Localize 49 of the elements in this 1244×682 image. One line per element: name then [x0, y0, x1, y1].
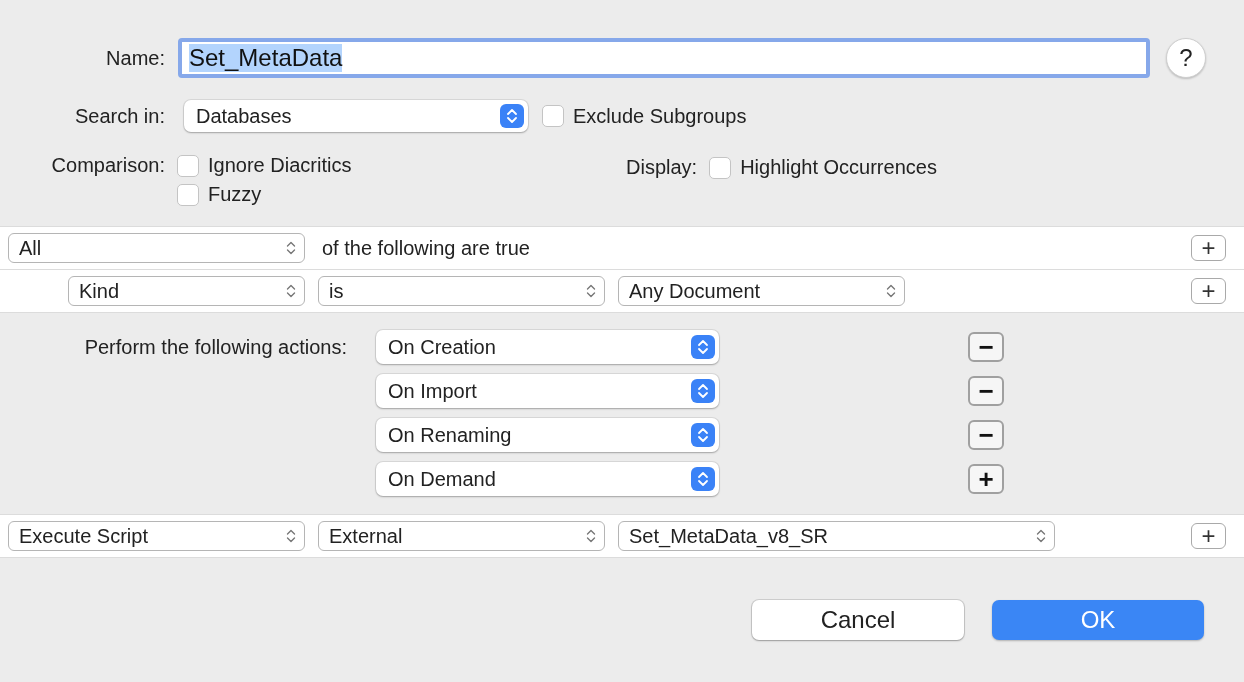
chevron-icon [286, 283, 296, 299]
stepper-icon [691, 335, 715, 359]
comparison-label: Comparison: [50, 154, 165, 177]
popup-button[interactable]: Any Document [618, 276, 905, 306]
chevron-icon [586, 528, 596, 544]
popup-button[interactable]: On Demand [376, 462, 719, 496]
stepper-icon [500, 104, 524, 128]
checkbox-label: Exclude Subgroups [573, 104, 747, 128]
trigger-button[interactable]: − [968, 376, 1004, 406]
popup-button[interactable]: Execute Script [8, 521, 305, 551]
search-in-label: Search in: [73, 104, 165, 128]
chevron-icon [286, 240, 296, 256]
checkbox[interactable] [709, 156, 732, 179]
checkbox-label: Ignore Diacritics [208, 154, 352, 177]
stepper-icon [691, 379, 715, 403]
stepper-icon [691, 467, 715, 491]
checkbox[interactable] [542, 105, 564, 127]
ok-button[interactable]: OK [992, 600, 1204, 640]
actions-label: Perform the following actions: [83, 335, 347, 359]
display-label: Display: [626, 156, 698, 179]
checkbox[interactable] [177, 154, 199, 177]
popup-button[interactable]: On Import [376, 374, 719, 408]
trigger-button[interactable]: − [968, 420, 1004, 450]
checkbox-label: Fuzzy [208, 183, 262, 206]
popup-button[interactable]: On Renaming [376, 418, 719, 452]
chevron-icon [286, 528, 296, 544]
help-button[interactable]: ? [1166, 38, 1206, 78]
name-label: Name: [105, 46, 165, 70]
popup-button[interactable]: Kind [68, 276, 305, 306]
checkbox[interactable] [177, 183, 199, 206]
popup-button[interactable]: Set_MetaData_v8_SR [618, 521, 1055, 551]
trigger-button[interactable]: + [968, 464, 1004, 494]
popup-button[interactable]: On Creation [376, 330, 719, 364]
popup-button[interactable]: All [8, 233, 305, 263]
cancel-button[interactable]: Cancel [752, 600, 964, 640]
stepper-icon [691, 423, 715, 447]
popup-button[interactable]: External [318, 521, 605, 551]
add-button[interactable]: + [1191, 523, 1226, 549]
chevron-icon [886, 283, 896, 299]
add-button[interactable]: + [1191, 278, 1226, 304]
criteria-text: of the following are true [322, 236, 530, 260]
trigger-button[interactable]: − [968, 332, 1004, 362]
name-field[interactable]: Set_MetaData [178, 38, 1150, 78]
chevron-icon [586, 283, 596, 299]
checkbox-label: Highlight Occurrences [740, 156, 937, 179]
add-button[interactable]: + [1191, 235, 1226, 261]
popup-button[interactable]: is [318, 276, 605, 306]
chevron-icon [1036, 528, 1046, 544]
popup-button[interactable]: Databases [184, 100, 528, 132]
